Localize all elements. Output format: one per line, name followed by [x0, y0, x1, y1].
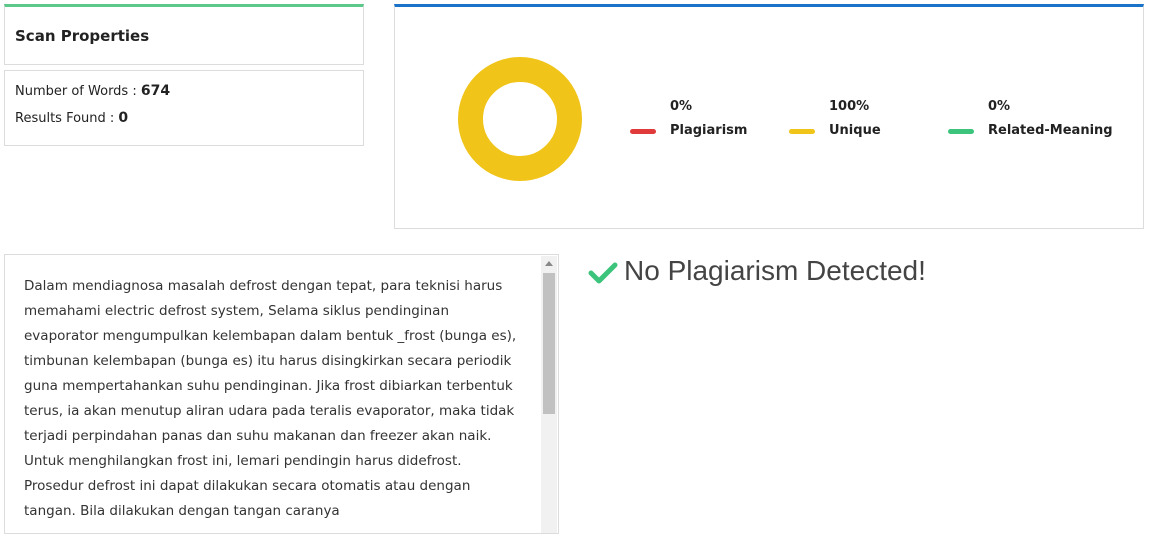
legend-plagiarism-swatch: [630, 129, 656, 134]
results-found-value: 0: [118, 110, 129, 126]
scanned-text-content: Dalam mendiagnosa masalah defrost dengan…: [24, 278, 517, 519]
results-found-row: Results Found : 0: [15, 110, 128, 126]
word-count-label: Number of Words :: [15, 84, 141, 99]
scroll-thumb[interactable]: [543, 273, 555, 414]
legend-plagiarism-percent: 0%: [670, 99, 693, 114]
legend-related-swatch: [948, 129, 974, 134]
scan-properties-header: Scan Properties: [4, 4, 364, 65]
legend-related-percent: 0%: [988, 99, 1011, 114]
legend-unique-label: Unique: [829, 123, 881, 138]
word-count-value: 674: [140, 83, 171, 99]
no-plagiarism-message: No Plagiarism Detected!: [624, 255, 926, 286]
scan-properties-title: Scan Properties: [15, 27, 150, 45]
donut-unique-segment: [458, 57, 582, 181]
legend-unique-percent: 100%: [829, 99, 870, 114]
word-count-row: Number of Words : 674: [15, 83, 170, 99]
check-icon: [588, 262, 618, 284]
text-scrollbar[interactable]: [541, 256, 557, 533]
result-summary-panel: 0% Plagiarism 100% Unique 0% Related-Mea…: [394, 4, 1144, 229]
legend-unique-swatch: [789, 129, 815, 134]
scroll-up-arrow-icon[interactable]: [545, 261, 553, 266]
scanned-text-panel[interactable]: Dalam mendiagnosa masalah defrost dengan…: [4, 254, 559, 534]
scan-properties-panel: Number of Words : 674 Results Found : 0: [4, 70, 364, 146]
results-found-label: Results Found :: [15, 111, 119, 126]
legend-plagiarism-label: Plagiarism: [670, 123, 748, 138]
result-donut-chart: [458, 57, 582, 181]
legend-related-label: Related-Meaning: [988, 123, 1113, 138]
